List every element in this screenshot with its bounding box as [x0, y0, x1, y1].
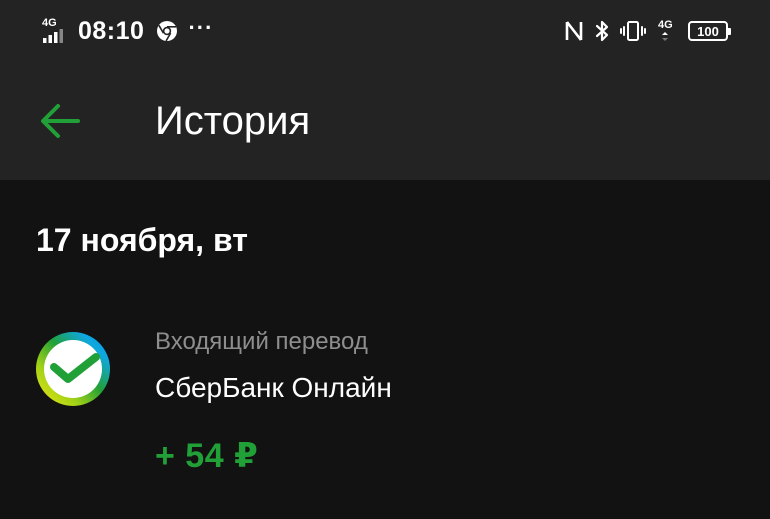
vibrate-icon [620, 21, 646, 41]
status-time: 08:10 [78, 16, 145, 45]
transaction-amount: + 54 ₽ [155, 437, 259, 475]
signal-icon: 4G [42, 18, 70, 44]
date-header: 17 ноября, вт [36, 222, 248, 258]
sberbank-logo [36, 332, 110, 406]
battery-icon: 100 [688, 21, 731, 41]
page-title: История [155, 99, 311, 143]
battery-level: 100 [697, 23, 719, 39]
chrome-icon [157, 21, 178, 42]
status-bar-left: 4G 08:10 ··· [42, 14, 213, 48]
more-notifications-icon: ··· [188, 15, 214, 40]
transaction-item[interactable]: Входящий перевод СберБанк Онлайн + 54 ₽ [0, 310, 770, 490]
transaction-type: Входящий перевод [155, 328, 368, 355]
mobile-data-icon: 4G [656, 18, 678, 44]
transaction-merchant: СберБанк Онлайн [155, 372, 392, 403]
app-bar: История [0, 62, 770, 180]
bluetooth-icon [595, 20, 609, 42]
arrow-left-icon [41, 104, 80, 138]
screen: 4G 08:10 ··· 4G 100 История 17 ноября, в… [0, 0, 770, 519]
nfc-icon [565, 21, 583, 41]
status-bar-right: 4G 100 [554, 14, 731, 48]
back-button[interactable] [36, 100, 84, 142]
status-bar: 4G 08:10 ··· 4G 100 [0, 0, 770, 62]
